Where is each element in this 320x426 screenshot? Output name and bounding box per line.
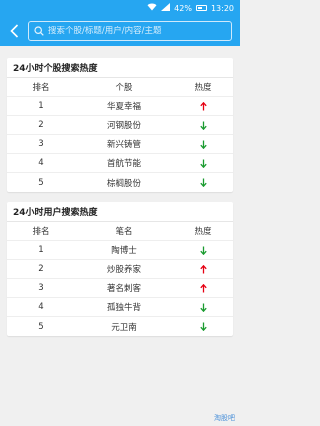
name-cell: 华夏幸福 — [106, 102, 141, 112]
arrow-up-icon — [199, 283, 207, 292]
arrow-up-icon — [199, 264, 207, 273]
table-row[interactable]: 1 华夏幸福 — [7, 97, 233, 116]
arrow-down-icon — [199, 246, 207, 255]
rank-cell: 5 — [38, 321, 44, 332]
table-header: 排名 个股 热度 — [7, 78, 233, 97]
table-row[interactable]: 2 炒股养家 — [7, 260, 233, 279]
name-cell: 新兴铸管 — [106, 140, 141, 150]
rank-cell: 3 — [38, 283, 44, 293]
rank-cell: 5 — [38, 177, 44, 188]
heat-cell — [173, 246, 233, 255]
header-penname: 笔名 — [115, 227, 133, 237]
name-cell: 孤独牛背 — [106, 303, 141, 313]
user-search-heat-card: 24小时用户搜索热度 排名 笔名 热度 1 陶博士 2 炒股养家 3 著名刺客 4 孤独牛背 5… — [7, 202, 233, 336]
battery-icon — [195, 5, 207, 11]
heat-cell — [173, 140, 233, 149]
arrow-up-icon — [199, 101, 207, 110]
clock: 13:20 — [210, 3, 234, 13]
user-section-title: 24小时用户搜索热度 — [7, 202, 233, 222]
name-cell: 河钢股份 — [106, 121, 141, 131]
search-toolbar — [0, 16, 240, 46]
header-heat: 热度 — [194, 83, 212, 93]
arrow-down-icon — [199, 140, 207, 149]
name-cell: 著名刺客 — [106, 284, 141, 294]
rank-cell: 1 — [38, 101, 44, 111]
rank-cell: 2 — [38, 264, 44, 274]
heat-cell — [173, 101, 233, 111]
table-row[interactable]: 4 首航节能 — [7, 154, 233, 173]
rank-cell: 2 — [38, 120, 44, 130]
table-row[interactable]: 2 河钢股份 — [7, 116, 233, 135]
header-rank: 排名 — [32, 83, 50, 93]
arrow-down-icon — [199, 178, 207, 187]
heat-cell — [173, 322, 233, 331]
heat-cell — [173, 159, 233, 168]
heat-cell — [173, 121, 233, 130]
name-cell: 棕榈股份 — [106, 178, 141, 189]
name-cell: 首航节能 — [106, 159, 141, 169]
rank-cell: 1 — [38, 245, 44, 255]
table-row[interactable]: 4 孤独牛背 — [7, 298, 233, 317]
stock-search-heat-card: 24小时个股搜索热度 排名 个股 热度 1 华夏幸福 2 河钢股份 3 新兴铸管 4 首航节能… — [7, 58, 233, 192]
header-stock: 个股 — [115, 83, 133, 93]
table-row[interactable]: 1 陶博士 — [7, 241, 233, 260]
heat-cell — [173, 303, 233, 312]
arrow-down-icon — [199, 121, 207, 130]
header-rank: 排名 — [32, 227, 50, 237]
rank-cell: 4 — [38, 158, 44, 168]
arrow-down-icon — [199, 159, 207, 168]
rank-cell: 4 — [38, 302, 44, 312]
table-row[interactable]: 3 著名刺客 — [7, 279, 233, 298]
arrow-down-icon — [199, 303, 207, 312]
heat-cell — [173, 178, 233, 187]
back-button[interactable] — [6, 20, 22, 42]
watermark-logo: 淘股吧 — [214, 414, 235, 422]
name-cell: 元卫南 — [111, 322, 137, 333]
search-input[interactable] — [48, 26, 231, 36]
search-box[interactable] — [28, 21, 232, 41]
stock-section-title: 24小时个股搜索热度 — [7, 58, 233, 78]
wifi-icon — [147, 3, 157, 13]
battery-percent: 42% — [174, 3, 192, 13]
status-bar: 42% 13:20 — [0, 0, 240, 16]
table-row[interactable]: 3 新兴铸管 — [7, 135, 233, 154]
search-icon — [34, 26, 44, 36]
heat-cell — [173, 283, 233, 293]
signal-icon — [161, 3, 171, 13]
arrow-down-icon — [199, 322, 207, 331]
heat-cell — [173, 264, 233, 274]
name-cell: 陶博士 — [111, 246, 137, 256]
table-header: 排名 笔名 热度 — [7, 222, 233, 241]
chevron-left-icon — [9, 24, 18, 38]
table-row[interactable]: 5 元卫南 — [7, 317, 233, 336]
header-heat: 热度 — [194, 227, 212, 237]
table-row[interactable]: 5 棕榈股份 — [7, 173, 233, 192]
rank-cell: 3 — [38, 139, 44, 149]
name-cell: 炒股养家 — [106, 265, 141, 275]
